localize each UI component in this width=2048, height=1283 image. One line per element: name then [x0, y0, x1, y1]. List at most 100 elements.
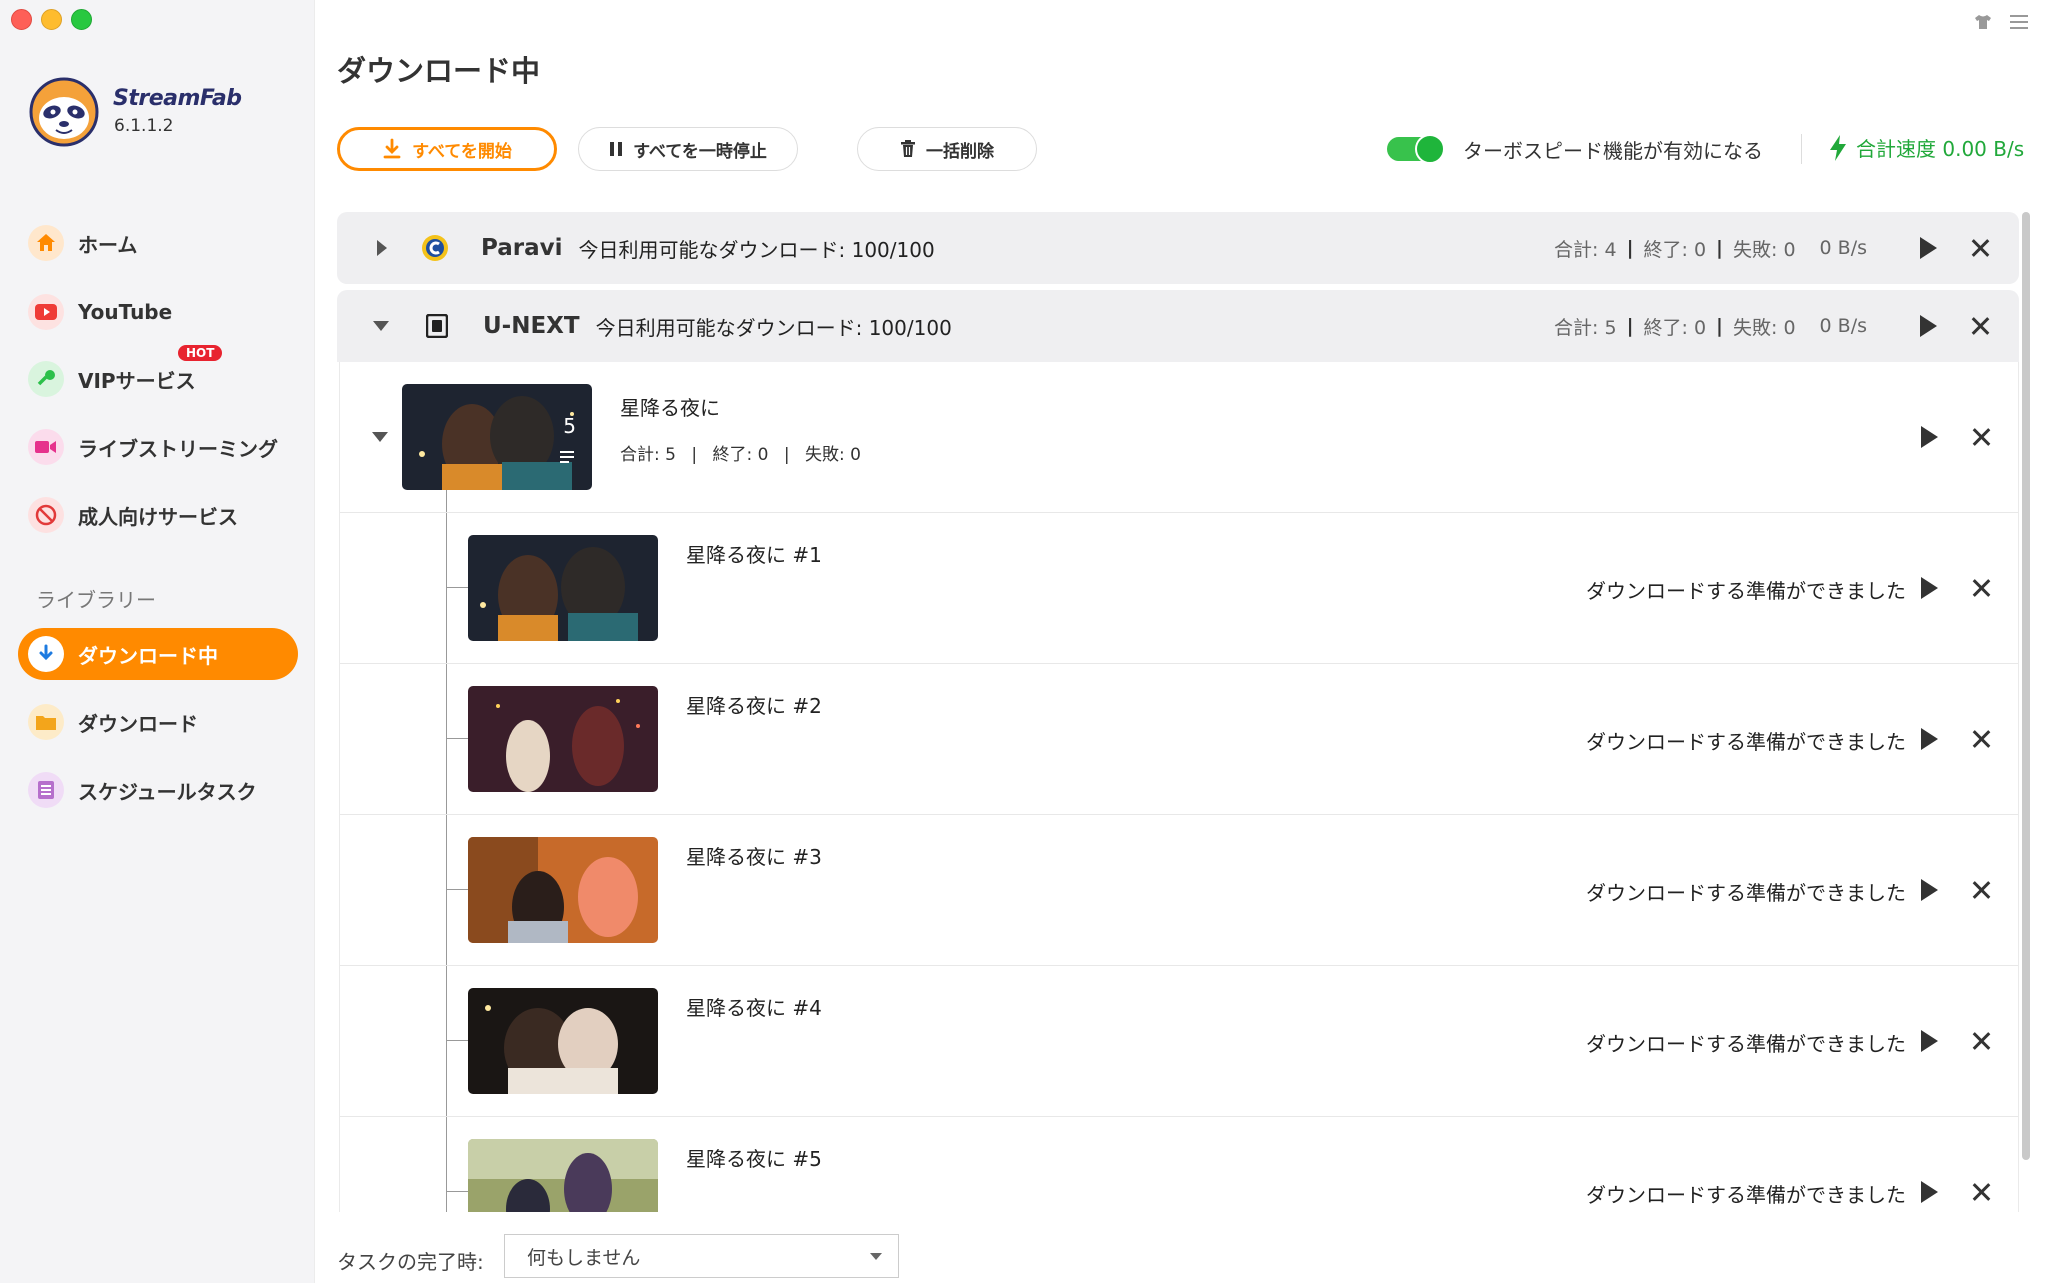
- start-all-button[interactable]: すべてを開始: [337, 127, 557, 171]
- tree-branch: [446, 889, 468, 890]
- divider: [1801, 134, 1802, 164]
- close-icon[interactable]: [1972, 1032, 1990, 1050]
- episode-actions: [1921, 728, 1990, 750]
- close-icon[interactable]: [1972, 1183, 1990, 1201]
- turbo-toggle[interactable]: [1387, 134, 1445, 164]
- stat-total: 合計: 5: [620, 445, 676, 465]
- chevron-down-icon: [870, 1253, 882, 1260]
- sidebar-item-label: ホーム: [78, 232, 138, 257]
- collapse-arrow-icon[interactable]: [373, 321, 389, 331]
- service-quota: 今日利用可能なダウンロード: 100/100: [578, 237, 935, 262]
- close-icon[interactable]: [1972, 579, 1990, 597]
- vertical-scrollbar[interactable]: [2022, 212, 2030, 1160]
- folder-icon: [28, 704, 64, 740]
- play-icon[interactable]: [1921, 728, 1938, 750]
- play-icon[interactable]: [1921, 1181, 1938, 1203]
- episode-thumbnail: [468, 686, 658, 792]
- task-completion-value: 何もしません: [527, 1246, 641, 1269]
- episode-row[interactable]: 星降る夜に #1 ダウンロードする準備ができました: [340, 513, 2018, 664]
- episode-title: 星降る夜に #4: [686, 996, 822, 1020]
- episode-thumbnail: [468, 1139, 658, 1212]
- brand-name: StreamFab: [113, 86, 242, 111]
- sidebar-item-youtube[interactable]: YouTube: [18, 286, 298, 338]
- episode-row[interactable]: 星降る夜に #2 ダウンロードする準備ができました: [340, 664, 2018, 815]
- stat-total: 合計: 5: [1554, 316, 1617, 339]
- service-name: Paravi: [481, 235, 563, 261]
- stat-total: 合計: 4: [1554, 238, 1617, 261]
- sidebar-item-label: ダウンロード: [78, 711, 198, 736]
- unext-expanded-panel: 5 星降る夜に 合計: 5 | 終了: 0 | 失敗: 0 星降る夜に #1 ダ…: [339, 362, 2019, 1212]
- play-icon[interactable]: [1921, 426, 1938, 448]
- episode-row[interactable]: 星降る夜に #4 ダウンロードする準備ができました: [340, 966, 2018, 1117]
- sidebar-item-downloaded[interactable]: ダウンロード: [18, 696, 298, 748]
- expand-arrow-icon[interactable]: [377, 240, 387, 256]
- sidebar-item-downloading[interactable]: ダウンロード中: [18, 628, 298, 680]
- sidebar-item-schedule[interactable]: スケジュールタスク: [18, 764, 298, 816]
- sidebar-item-label: スケジュールタスク: [78, 779, 257, 804]
- youtube-icon: [28, 294, 64, 330]
- page-title: ダウンロード中: [337, 54, 541, 88]
- sloth-logo-icon: [29, 77, 99, 147]
- episode-title: 星降る夜に #3: [686, 845, 822, 869]
- series-row[interactable]: 5 星降る夜に 合計: 5 | 終了: 0 | 失敗: 0: [340, 362, 2018, 513]
- menu-icon[interactable]: [2010, 14, 2028, 30]
- close-icon[interactable]: [1972, 730, 1990, 748]
- close-icon[interactable]: [1972, 428, 1990, 446]
- total-speed: 合計速度 0.00 B/s: [1828, 133, 2024, 162]
- sidebar-item-label: 成人向けサービス: [78, 504, 238, 529]
- series-stats: 合計: 5 | 終了: 0 | 失敗: 0: [620, 445, 861, 465]
- adult-restricted-icon: [28, 497, 64, 533]
- sidebar-item-label: ライブストリーミング: [78, 436, 278, 461]
- episode-thumbnail: [468, 988, 658, 1094]
- collapse-arrow-icon[interactable]: [372, 432, 388, 442]
- stat-speed: 0 B/s: [1819, 237, 1867, 259]
- sidebar-item-vip[interactable]: VIPサービス HOT: [18, 345, 298, 405]
- play-icon[interactable]: [1920, 237, 1937, 259]
- download-arrow-icon: [28, 636, 64, 672]
- episode-actions: [1921, 879, 1990, 901]
- play-icon[interactable]: [1921, 1030, 1938, 1052]
- episode-title: 星降る夜に #2: [686, 694, 822, 718]
- stat-done: 終了: 0: [1643, 316, 1707, 339]
- sidebar-item-home[interactable]: ホーム: [18, 217, 298, 269]
- play-icon[interactable]: [1921, 577, 1938, 599]
- close-window-button[interactable]: [11, 9, 32, 30]
- top-right-icons: [1974, 14, 2028, 30]
- group-header-paravi[interactable]: Paravi 今日利用可能なダウンロード: 100/100 合計: 4 | 終了:…: [337, 212, 2019, 284]
- playlist-icon: [560, 451, 574, 463]
- tree-branch: [446, 738, 468, 739]
- pause-all-button[interactable]: すべてを一時停止: [578, 127, 798, 171]
- episode-row[interactable]: 星降る夜に #5 ダウンロードする準備ができました: [340, 1117, 2018, 1212]
- group-header-unext[interactable]: U-NEXT 今日利用可能なダウンロード: 100/100 合計: 5 | 終了:…: [337, 290, 2019, 362]
- download-icon: [383, 138, 401, 159]
- delete-all-label: 一括削除: [926, 141, 994, 162]
- episode-status: ダウンロードする準備ができました: [1586, 1032, 1906, 1056]
- play-icon[interactable]: [1921, 879, 1938, 901]
- total-speed-text: 合計速度 0.00 B/s: [1856, 137, 2025, 161]
- key-icon: [28, 361, 64, 397]
- main-panel: ダウンロード中 すべてを開始 すべてを一時停止 一括削除 ターボスピード機能が有…: [315, 0, 2048, 1283]
- sidebar-item-live-streaming[interactable]: ライブストリーミング: [18, 421, 298, 473]
- close-icon[interactable]: [1971, 239, 1989, 257]
- close-icon[interactable]: [1971, 317, 1989, 335]
- sidebar-item-adult[interactable]: 成人向けサービス: [18, 489, 298, 541]
- zoom-window-button[interactable]: [71, 9, 92, 30]
- window-controls: [11, 9, 92, 30]
- shirt-skin-icon[interactable]: [1974, 14, 1992, 30]
- episode-status: ダウンロードする準備ができました: [1586, 1183, 1906, 1207]
- sidebar-item-label: YouTube: [78, 300, 173, 324]
- schedule-list-icon: [28, 772, 64, 808]
- delete-all-button[interactable]: 一括削除: [857, 127, 1037, 171]
- play-icon[interactable]: [1920, 315, 1937, 337]
- close-icon[interactable]: [1972, 881, 1990, 899]
- trash-icon: [901, 140, 915, 157]
- episode-row[interactable]: 星降る夜に #3 ダウンロードする準備ができました: [340, 815, 2018, 966]
- sidebar-item-label: VIPサービス: [78, 368, 196, 393]
- task-completion-select[interactable]: 何もしません: [504, 1234, 899, 1278]
- sidebar-item-label: ダウンロード中: [78, 643, 218, 668]
- tree-branch: [446, 1191, 468, 1192]
- episode-thumbnail: [468, 535, 658, 641]
- minimize-window-button[interactable]: [41, 9, 62, 30]
- episode-thumbnail: [468, 837, 658, 943]
- group-actions: [1920, 315, 1989, 337]
